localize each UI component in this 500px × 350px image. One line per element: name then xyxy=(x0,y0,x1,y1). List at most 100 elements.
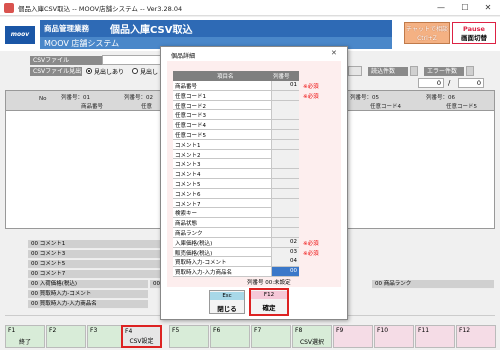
row-code-input[interactable]: 04 xyxy=(271,257,299,267)
grid-col-code: 列番号：06 xyxy=(426,95,455,101)
read-count-value: 0 xyxy=(418,78,444,88)
window-title: 個品入庫CSV取込 -- MOOV店舗システム -- Ver3.28.04 xyxy=(18,5,183,13)
table-row: コメント2 xyxy=(173,149,299,160)
close-label: 閉じる xyxy=(217,305,237,313)
row-code-input[interactable] xyxy=(271,129,299,139)
fkey-f4-button[interactable]: F4 CSV設定 xyxy=(121,325,162,348)
dialog-title: 個品詳細 xyxy=(171,53,196,60)
row-name: 任意コード4 xyxy=(175,123,206,130)
fkey-f1-button[interactable]: F1 終了 xyxy=(5,325,45,348)
confirm-label: 確定 xyxy=(262,304,276,312)
table-row: コメント3 xyxy=(173,159,299,170)
row-code-input[interactable] xyxy=(271,90,299,100)
csv-file-field[interactable] xyxy=(102,55,162,65)
fkey-f6-button[interactable]: F6 xyxy=(210,325,250,348)
window-titlebar: 個品入庫CSV取込 -- MOOV店舗システム -- Ver3.28.04 — … xyxy=(0,0,500,16)
fkey-f9-button[interactable]: F9 xyxy=(333,325,373,348)
maximize-button[interactable]: ☐ xyxy=(454,0,476,16)
fkey-label: F6 xyxy=(213,327,221,334)
title-band: 商品管理業務 個品入庫CSV取込 xyxy=(40,20,392,37)
esc-key: Esc xyxy=(210,292,244,300)
row-code-input[interactable] xyxy=(271,100,299,110)
fkey-f5-button[interactable]: F5 xyxy=(169,325,209,348)
table-row: 任意コード2 xyxy=(173,100,299,111)
heading-yes-radio[interactable] xyxy=(86,68,92,74)
screen-switch-label: 画面切替 xyxy=(461,34,487,42)
fkey-f10-button[interactable]: F10 xyxy=(374,325,414,348)
fkey-label: F11 xyxy=(418,327,430,334)
row-code-input[interactable] xyxy=(271,218,299,228)
row-name: コメント3 xyxy=(175,162,201,169)
grid-col-name: 任意コード5 xyxy=(446,104,477,110)
screen-switch-button[interactable]: Pause 画面切替 xyxy=(452,22,496,44)
row-code-input[interactable] xyxy=(271,178,299,188)
row-name: 商品状態 xyxy=(175,221,198,228)
comment-row: 00 買取時入力-コメント xyxy=(28,290,148,299)
fkey-label: F10 xyxy=(377,327,389,334)
fkey-f8-button[interactable]: F8 CSV選択 xyxy=(292,325,332,348)
row-name: 任意コード1 xyxy=(175,93,206,100)
heading-no-label: 見出し xyxy=(140,69,159,76)
csv-file-label: CSVファイル xyxy=(30,56,102,65)
row-code-input[interactable] xyxy=(271,139,299,149)
scroll-field xyxy=(348,66,362,76)
comment-row: 00 入荷価格(税込) xyxy=(28,280,148,289)
fkey-f11-button[interactable]: F11 xyxy=(415,325,455,348)
row-code-input[interactable]: 02 xyxy=(271,237,299,247)
table-row: 任意コード5 xyxy=(173,129,299,140)
col-column-number: 列番号 xyxy=(273,74,290,80)
fkey-caption: 終了 xyxy=(18,339,31,346)
row-name: 任意コード3 xyxy=(175,113,206,120)
row-code-input[interactable] xyxy=(271,208,299,218)
table-row: コメント4 xyxy=(173,169,299,179)
row-code-input[interactable] xyxy=(271,227,299,237)
read-count-mark xyxy=(410,66,418,76)
heading-no-radio[interactable] xyxy=(132,68,138,74)
detail-table-header: 項目名 列番号 xyxy=(173,71,299,81)
table-row: 検索キー xyxy=(173,208,299,219)
fkey-f2-button[interactable]: F2 xyxy=(46,325,86,348)
close-dialog-button[interactable]: Esc 閉じる xyxy=(209,290,245,314)
table-row: 任意コード4 xyxy=(173,120,299,130)
chat-consult-button[interactable]: チャットで相談 Ctrl+Z xyxy=(404,22,450,44)
grid-col-name: 任意コード4 xyxy=(370,104,401,110)
fkey-caption: CSV設定 xyxy=(129,338,154,345)
fkey-label: F8 xyxy=(295,327,303,334)
table-row: 商品ランク xyxy=(173,227,299,238)
row-code-input[interactable] xyxy=(271,149,299,159)
read-count-label: 読込件数 xyxy=(368,67,408,76)
row-code-input[interactable] xyxy=(271,188,299,198)
row-code-input[interactable] xyxy=(271,159,299,169)
fkey-f12-button[interactable]: F12 xyxy=(456,325,496,348)
row-code-input[interactable] xyxy=(271,198,299,208)
grid-col-code: 列番号：05 xyxy=(350,95,379,101)
minimize-button[interactable]: — xyxy=(430,0,452,16)
row-code-input[interactable]: 00 xyxy=(271,267,299,277)
confirm-button[interactable]: F12 確定 xyxy=(249,288,289,316)
grid-col-code: 列番号：01 xyxy=(61,95,90,101)
row-code-input[interactable]: 01 xyxy=(271,81,299,90)
row-code-input[interactable] xyxy=(271,110,299,120)
business-category: 商品管理業務 xyxy=(44,24,89,33)
row-name: 入庫価格(税込) xyxy=(175,240,213,247)
table-row: 任意コード3 xyxy=(173,110,299,121)
heading-yes-label: 見出しあり xyxy=(94,69,125,76)
row-name: 買取時入力-コメント xyxy=(175,260,227,267)
close-button[interactable]: ✕ xyxy=(477,0,499,16)
row-code-input[interactable] xyxy=(271,169,299,179)
required-mark: ※必須 xyxy=(303,251,319,257)
item-detail-dialog: 個品詳細 ✕ 項目名 列番号 商品番号 01 任意コード1 任意コード2 任意コー… xyxy=(160,46,348,320)
grid-col-code: 列番号：02 xyxy=(124,95,153,101)
fkey-f7-button[interactable]: F7 xyxy=(251,325,291,348)
grid-col-name: 商品番号 xyxy=(81,104,104,110)
row-code-input[interactable] xyxy=(271,120,299,130)
dialog-close-icon[interactable]: ✕ xyxy=(331,49,337,57)
row-code-input[interactable]: 03 xyxy=(271,247,299,257)
table-row: 販売価格(税込) 03 xyxy=(173,247,299,258)
fkey-label: F5 xyxy=(172,327,180,334)
fkey-label: F3 xyxy=(90,327,98,334)
detail-table: 商品番号 01 任意コード1 任意コード2 任意コード3 任意コード4 任意コード… xyxy=(173,81,299,277)
row-name: 検索キー xyxy=(175,211,198,218)
table-row: 買取時入力-入力商品名 00 xyxy=(173,267,299,277)
comment-row: 00 買取時入力-入力商品名 xyxy=(28,300,148,309)
